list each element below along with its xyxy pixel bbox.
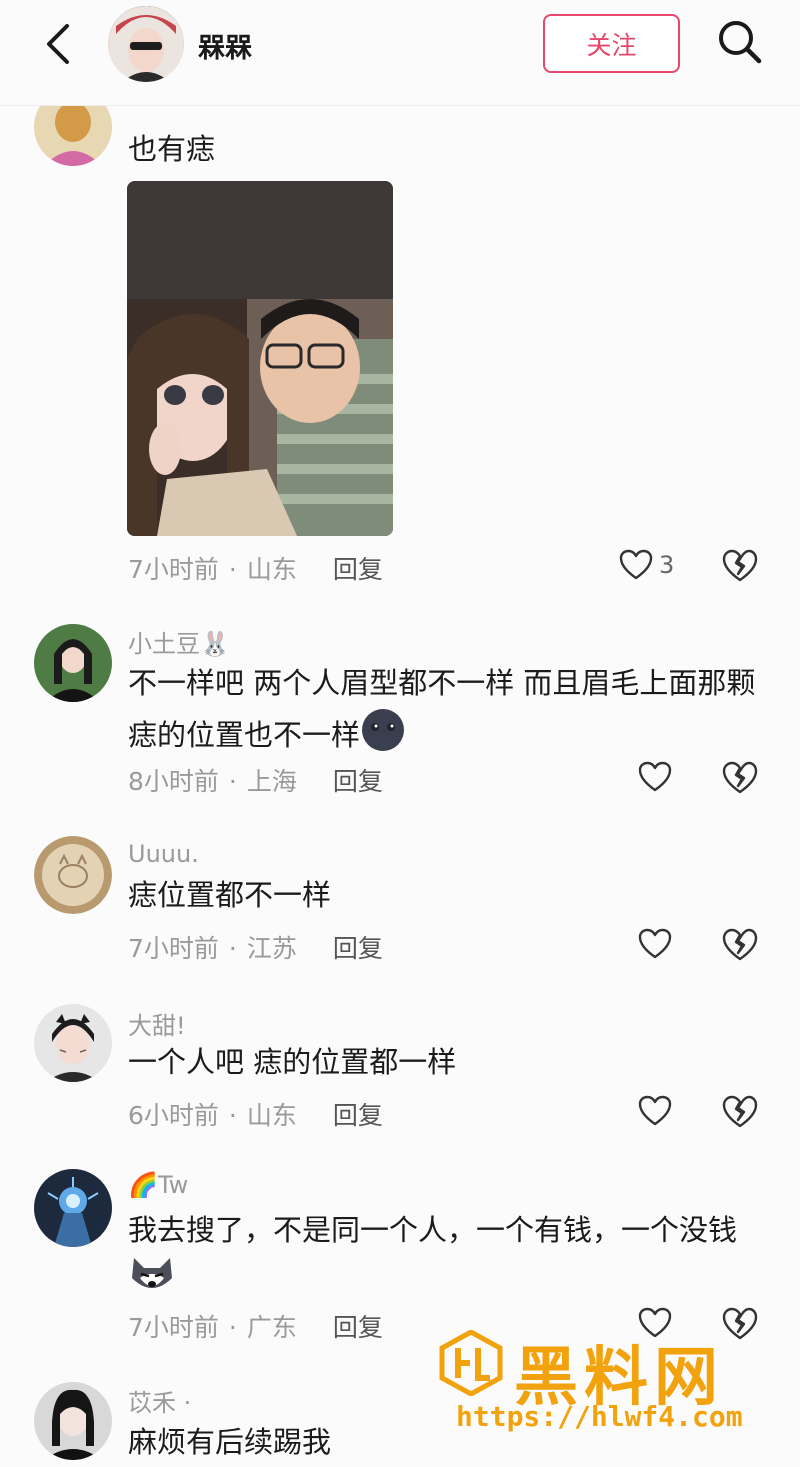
like-button[interactable] (638, 928, 672, 960)
broken-heart-icon (722, 761, 758, 794)
comment-item: 大甜! 一个人吧 痣的位置都一样 6小时前 · 山东 回复 (0, 990, 800, 1155)
reply-button[interactable]: 回复 (333, 555, 383, 584)
comment-location: 广东 (246, 1313, 297, 1342)
heart-icon (638, 1095, 672, 1126)
comment-text-body: 不一样吧 两个人眉型都不一样 而且眉毛上面那颗痣的位置也不一样 (128, 666, 756, 752)
comment-text: 痣位置都不一样 (128, 878, 332, 912)
commenter-name[interactable]: Uuuu. (128, 840, 199, 868)
dislike-button[interactable] (722, 928, 758, 966)
comment-item: Uuuu. 痣位置都不一样 7小时前 · 江苏 回复 (0, 820, 800, 990)
dislike-button[interactable] (722, 1095, 758, 1133)
comment-text: 不一样吧 两个人眉型都不一样 而且眉毛上面那颗痣的位置也不一样 (128, 660, 768, 767)
comment-location: 江苏 (246, 934, 297, 963)
like-button[interactable] (638, 761, 672, 793)
like-button[interactable]: 3 (619, 549, 674, 581)
search-icon (719, 21, 762, 64)
comment-time: 6小时前 (128, 1101, 219, 1130)
heart-icon (638, 928, 672, 959)
comment-location: 上海 (246, 767, 297, 796)
watermark: 黑料网 https://hlwf4.com (438, 1326, 778, 1436)
comment-meta: 7小时前 · 江苏 回复 (128, 934, 383, 963)
watermark-url: https://hlwf4.com (456, 1400, 743, 1433)
heart-icon (619, 549, 653, 580)
reply-button[interactable]: 回复 (333, 1101, 383, 1130)
comment-photo[interactable] (127, 181, 393, 536)
broken-heart-icon (722, 549, 758, 582)
commenter-name[interactable]: 苡禾 · (128, 1383, 191, 1418)
author-avatar[interactable] (108, 6, 184, 82)
comment-text: 也有痣 (128, 132, 216, 166)
heart-icon (638, 761, 672, 792)
comment-text-body: 我去搜了，不是同一个人，一个有钱，一个没钱 (128, 1213, 738, 1247)
comment-text: 一个人吧 痣的位置都一样 (128, 1045, 457, 1079)
dislike-button[interactable] (722, 549, 758, 587)
reply-button[interactable]: 回复 (333, 1313, 383, 1342)
commenter-avatar[interactable] (34, 624, 112, 702)
comment-location: 山东 (246, 555, 297, 584)
commenter-avatar[interactable] (34, 1382, 112, 1460)
comment-time: 7小时前 (128, 934, 219, 963)
author-name: 槑槑 (198, 33, 252, 64)
reply-button[interactable]: 回复 (333, 767, 383, 796)
comment-meta: 8小时前 · 上海 回复 (128, 767, 383, 796)
broken-heart-icon (722, 1095, 758, 1128)
watermark-logo-icon (439, 1330, 503, 1396)
back-button[interactable] (36, 22, 80, 66)
commenter-name[interactable]: 小土豆🐰 (128, 624, 230, 659)
comment-meta: 7小时前 · 山东 回复 (128, 555, 383, 584)
comment-time: 7小时前 (128, 555, 219, 584)
commenter-avatar[interactable] (34, 1004, 112, 1082)
follow-button[interactable]: 关注 (543, 14, 680, 73)
comment-meta: 7小时前 · 广东 回复 (128, 1313, 383, 1342)
dislike-button[interactable] (722, 761, 758, 799)
moon-face-emoji-icon (360, 707, 406, 767)
comment-meta: 6小时前 · 山东 回复 (128, 1101, 383, 1130)
comment-time: 8小时前 (128, 767, 219, 796)
comment-item: 小土豆🐰 不一样吧 两个人眉型都不一样 而且眉毛上面那颗痣的位置也不一样 8小时… (0, 600, 800, 820)
broken-heart-icon (722, 928, 758, 961)
like-count: 3 (659, 551, 675, 579)
commenter-avatar[interactable] (34, 1169, 112, 1247)
commenter-avatar[interactable] (34, 836, 112, 914)
commenter-name[interactable]: 大甜! (128, 1006, 186, 1041)
comment-text: 我去搜了，不是同一个人，一个有钱，一个没钱 (128, 1207, 768, 1312)
commenter-name[interactable]: 🌈Tw (128, 1171, 188, 1199)
comment-time: 7小时前 (128, 1313, 219, 1342)
back-arrow-icon (47, 24, 69, 64)
like-button[interactable] (638, 1095, 672, 1127)
reply-button[interactable]: 回复 (333, 934, 383, 963)
dog-face-emoji-icon (128, 1254, 176, 1312)
comment-location: 山东 (246, 1101, 297, 1130)
search-button[interactable] (712, 14, 768, 70)
top-bar: 槑槑 关注 (0, 0, 800, 106)
